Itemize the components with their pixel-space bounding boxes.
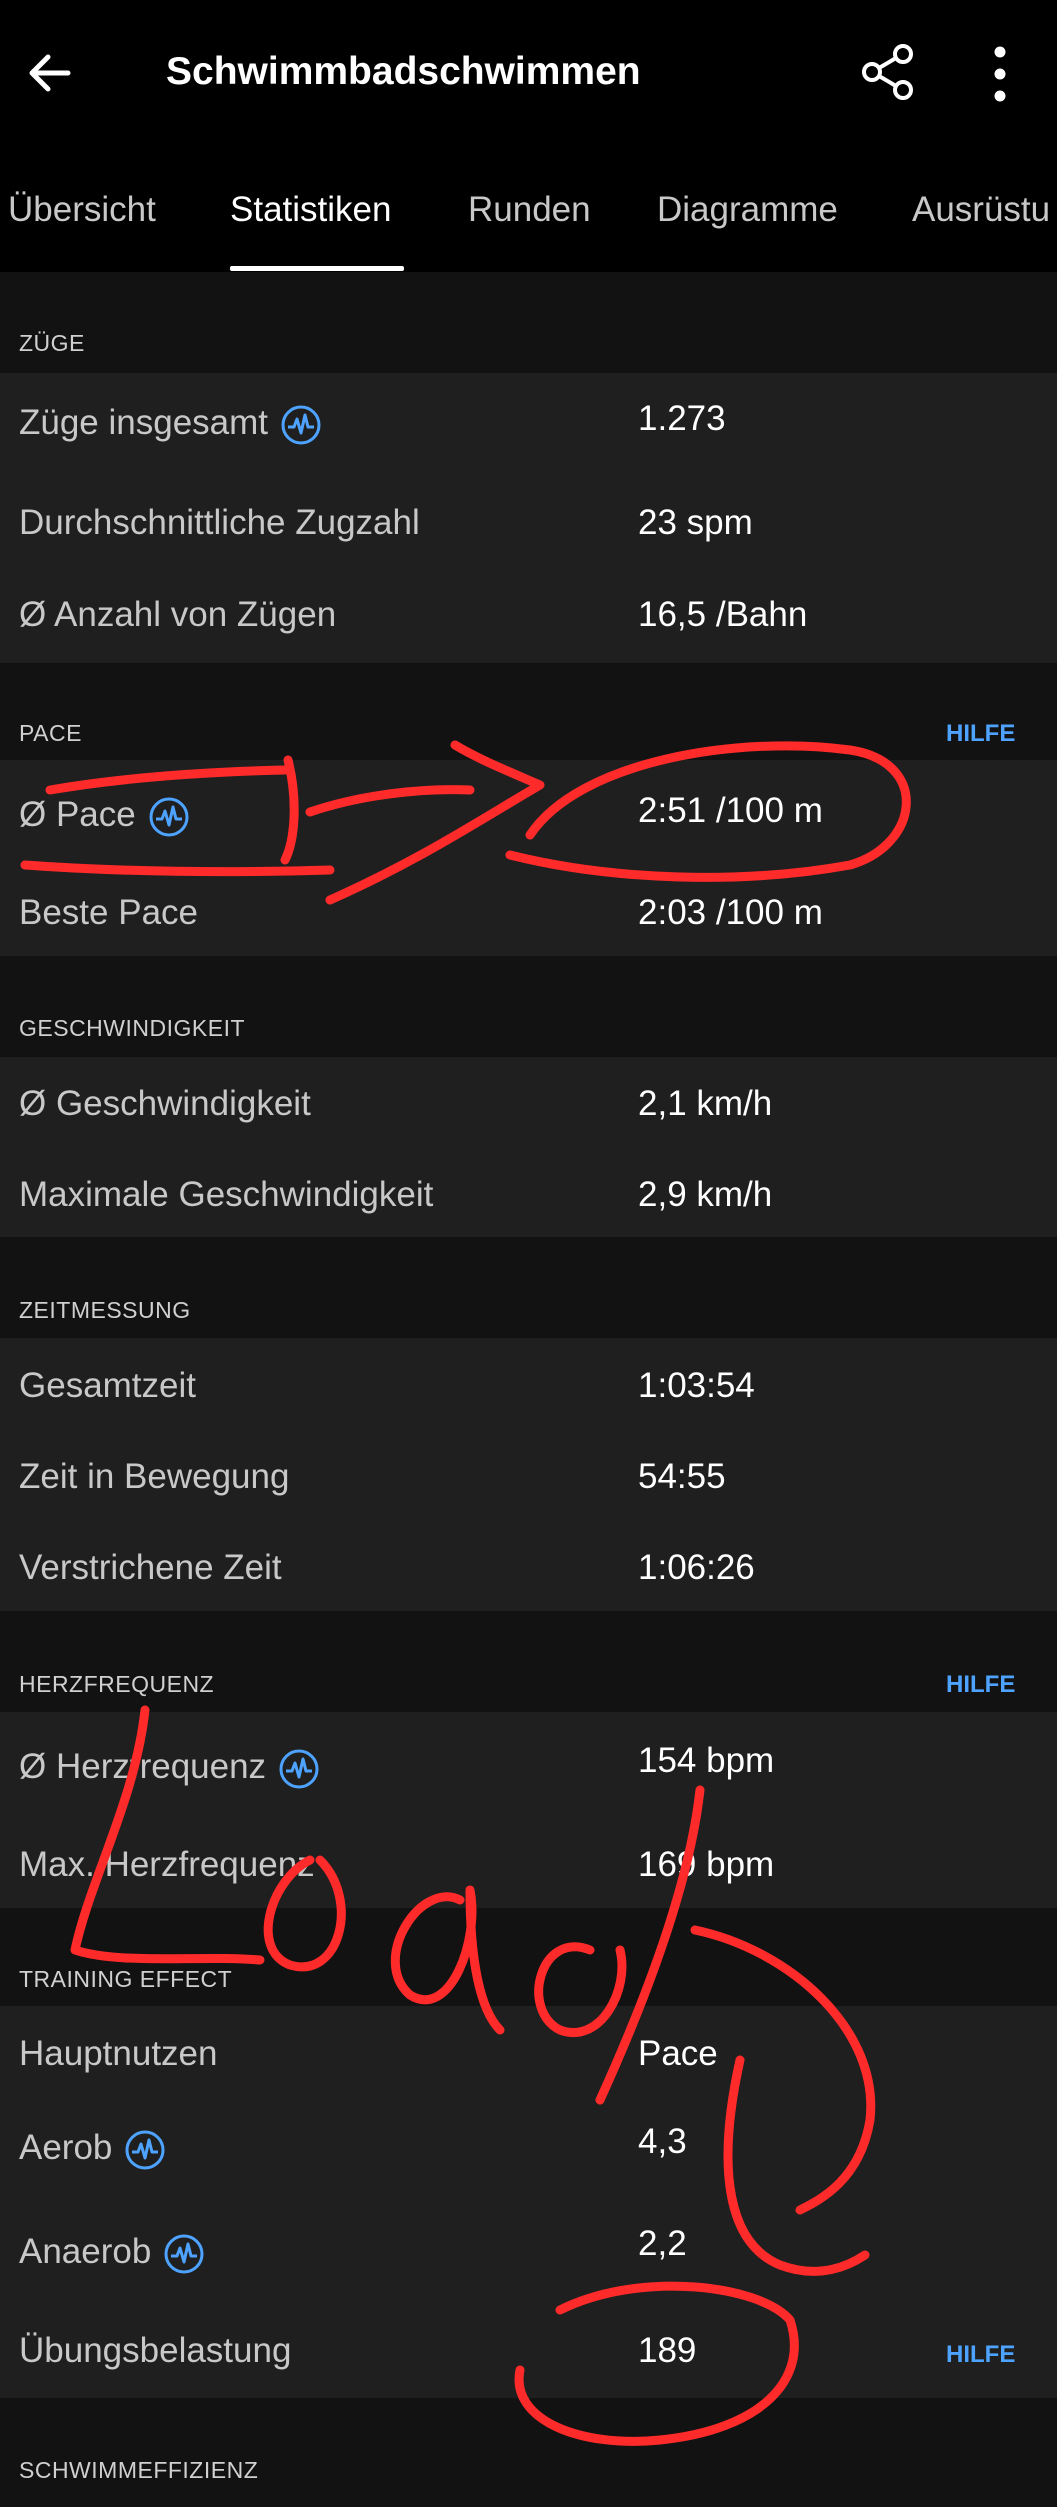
help-link[interactable]: HILFE (946, 2341, 1015, 2369)
section-title: HERZFREQUENZ (19, 1671, 215, 1697)
section-pace: Ø Pace 2:51 /100 m Beste Pace 2:03 /100 … (0, 760, 1057, 956)
more-vertical-icon[interactable] (975, 42, 1025, 106)
section-title: PACE (19, 720, 82, 746)
stat-value: 2:51 /100 m (638, 791, 823, 830)
stat-value: 54:55 (638, 1457, 726, 1496)
section-title: TRAINING EFFECT (19, 1966, 233, 1992)
stat-value: 23 spm (638, 503, 753, 542)
section-herzfrequenz: Ø Herzfrequenz 154 bpm Max. Herzfrequenz… (0, 1712, 1057, 1908)
stat-value: 1:06:26 (638, 1548, 755, 1587)
tab-bar: Übersicht Statistiken Runden Diagramme A… (0, 150, 1057, 272)
stat-label: Max. Herzfrequenz (19, 1845, 315, 1884)
stat-label: Zeit in Bewegung (19, 1457, 290, 1496)
stat-label: Anaerob (19, 2232, 152, 2271)
stat-label: Maximale Geschwindigkeit (19, 1175, 434, 1214)
help-link[interactable]: HILFE (946, 1671, 1015, 1699)
stat-value: 2,2 (638, 2224, 687, 2263)
tab-ausruestung[interactable]: Ausrüstu (912, 190, 1050, 230)
stat-label: Übungsbelastung (19, 2331, 292, 2370)
section-zuege: Züge insgesamt 1.273 Durchschnittliche Z… (0, 373, 1057, 663)
page-title: Schwimmbadschwimmen (166, 50, 641, 93)
section-title: ZEITMESSUNG (19, 1297, 191, 1323)
stat-label: Ø Pace (19, 795, 136, 834)
stat-value: 2,1 km/h (638, 1084, 773, 1123)
stat-label: Durchschnittliche Zugzahl (19, 503, 420, 542)
activity-info-icon[interactable] (163, 2233, 205, 2275)
stat-label: Züge insgesamt (19, 403, 269, 442)
stat-label: Hauptnutzen (19, 2034, 218, 2073)
stat-value: 16,5 /Bahn (638, 595, 808, 634)
stat-value: Pace (638, 2034, 718, 2073)
stat-label: Gesamtzeit (19, 1366, 196, 1405)
stat-label: Ø Anzahl von Zügen (19, 595, 337, 634)
share-icon[interactable] (858, 42, 918, 102)
tab-runden[interactable]: Runden (468, 190, 591, 230)
app-bar: Schwimmbadschwimmen (0, 0, 1057, 150)
active-tab-indicator (230, 266, 404, 271)
stat-label: Ø Geschwindigkeit (19, 1084, 311, 1123)
stat-value: 1:03:54 (638, 1366, 755, 1405)
tab-uebersicht[interactable]: Übersicht (8, 190, 156, 230)
section-title: SCHWIMMEFFIZIENZ (19, 2457, 259, 2483)
section-title: ZÜGE (19, 330, 85, 356)
section-title: GESCHWINDIGKEIT (19, 1015, 246, 1041)
stat-label: Aerob (19, 2128, 113, 2167)
stat-value: 169 bpm (638, 1845, 775, 1884)
arrow-left-icon[interactable] (22, 45, 78, 101)
activity-info-icon[interactable] (124, 2129, 166, 2171)
stat-value: 2,9 km/h (638, 1175, 773, 1214)
stat-value: 1.273 (638, 399, 726, 438)
activity-info-icon[interactable] (280, 404, 322, 446)
section-training-effect: Hauptnutzen Pace Aerob 4,3 Anaerob 2,2 Ü… (0, 2006, 1057, 2398)
tab-diagramme[interactable]: Diagramme (657, 190, 838, 230)
stat-value: 4,3 (638, 2122, 687, 2161)
section-geschwindigkeit: Ø Geschwindigkeit 2,1 km/h Maximale Gesc… (0, 1057, 1057, 1237)
help-link[interactable]: HILFE (946, 720, 1015, 748)
stat-label: Ø Herzfrequenz (19, 1747, 267, 1786)
stat-label: Verstrichene Zeit (19, 1548, 282, 1587)
section-zeitmessung: Gesamtzeit 1:03:54 Zeit in Bewegung 54:5… (0, 1338, 1057, 1611)
stat-value: 154 bpm (638, 1741, 775, 1780)
stat-label: Beste Pace (19, 893, 198, 932)
tab-statistiken[interactable]: Statistiken (230, 190, 391, 230)
activity-info-icon[interactable] (278, 1748, 320, 1790)
stat-value: 2:03 /100 m (638, 893, 823, 932)
activity-info-icon[interactable] (148, 796, 190, 838)
stat-value: 189 (638, 2331, 697, 2370)
